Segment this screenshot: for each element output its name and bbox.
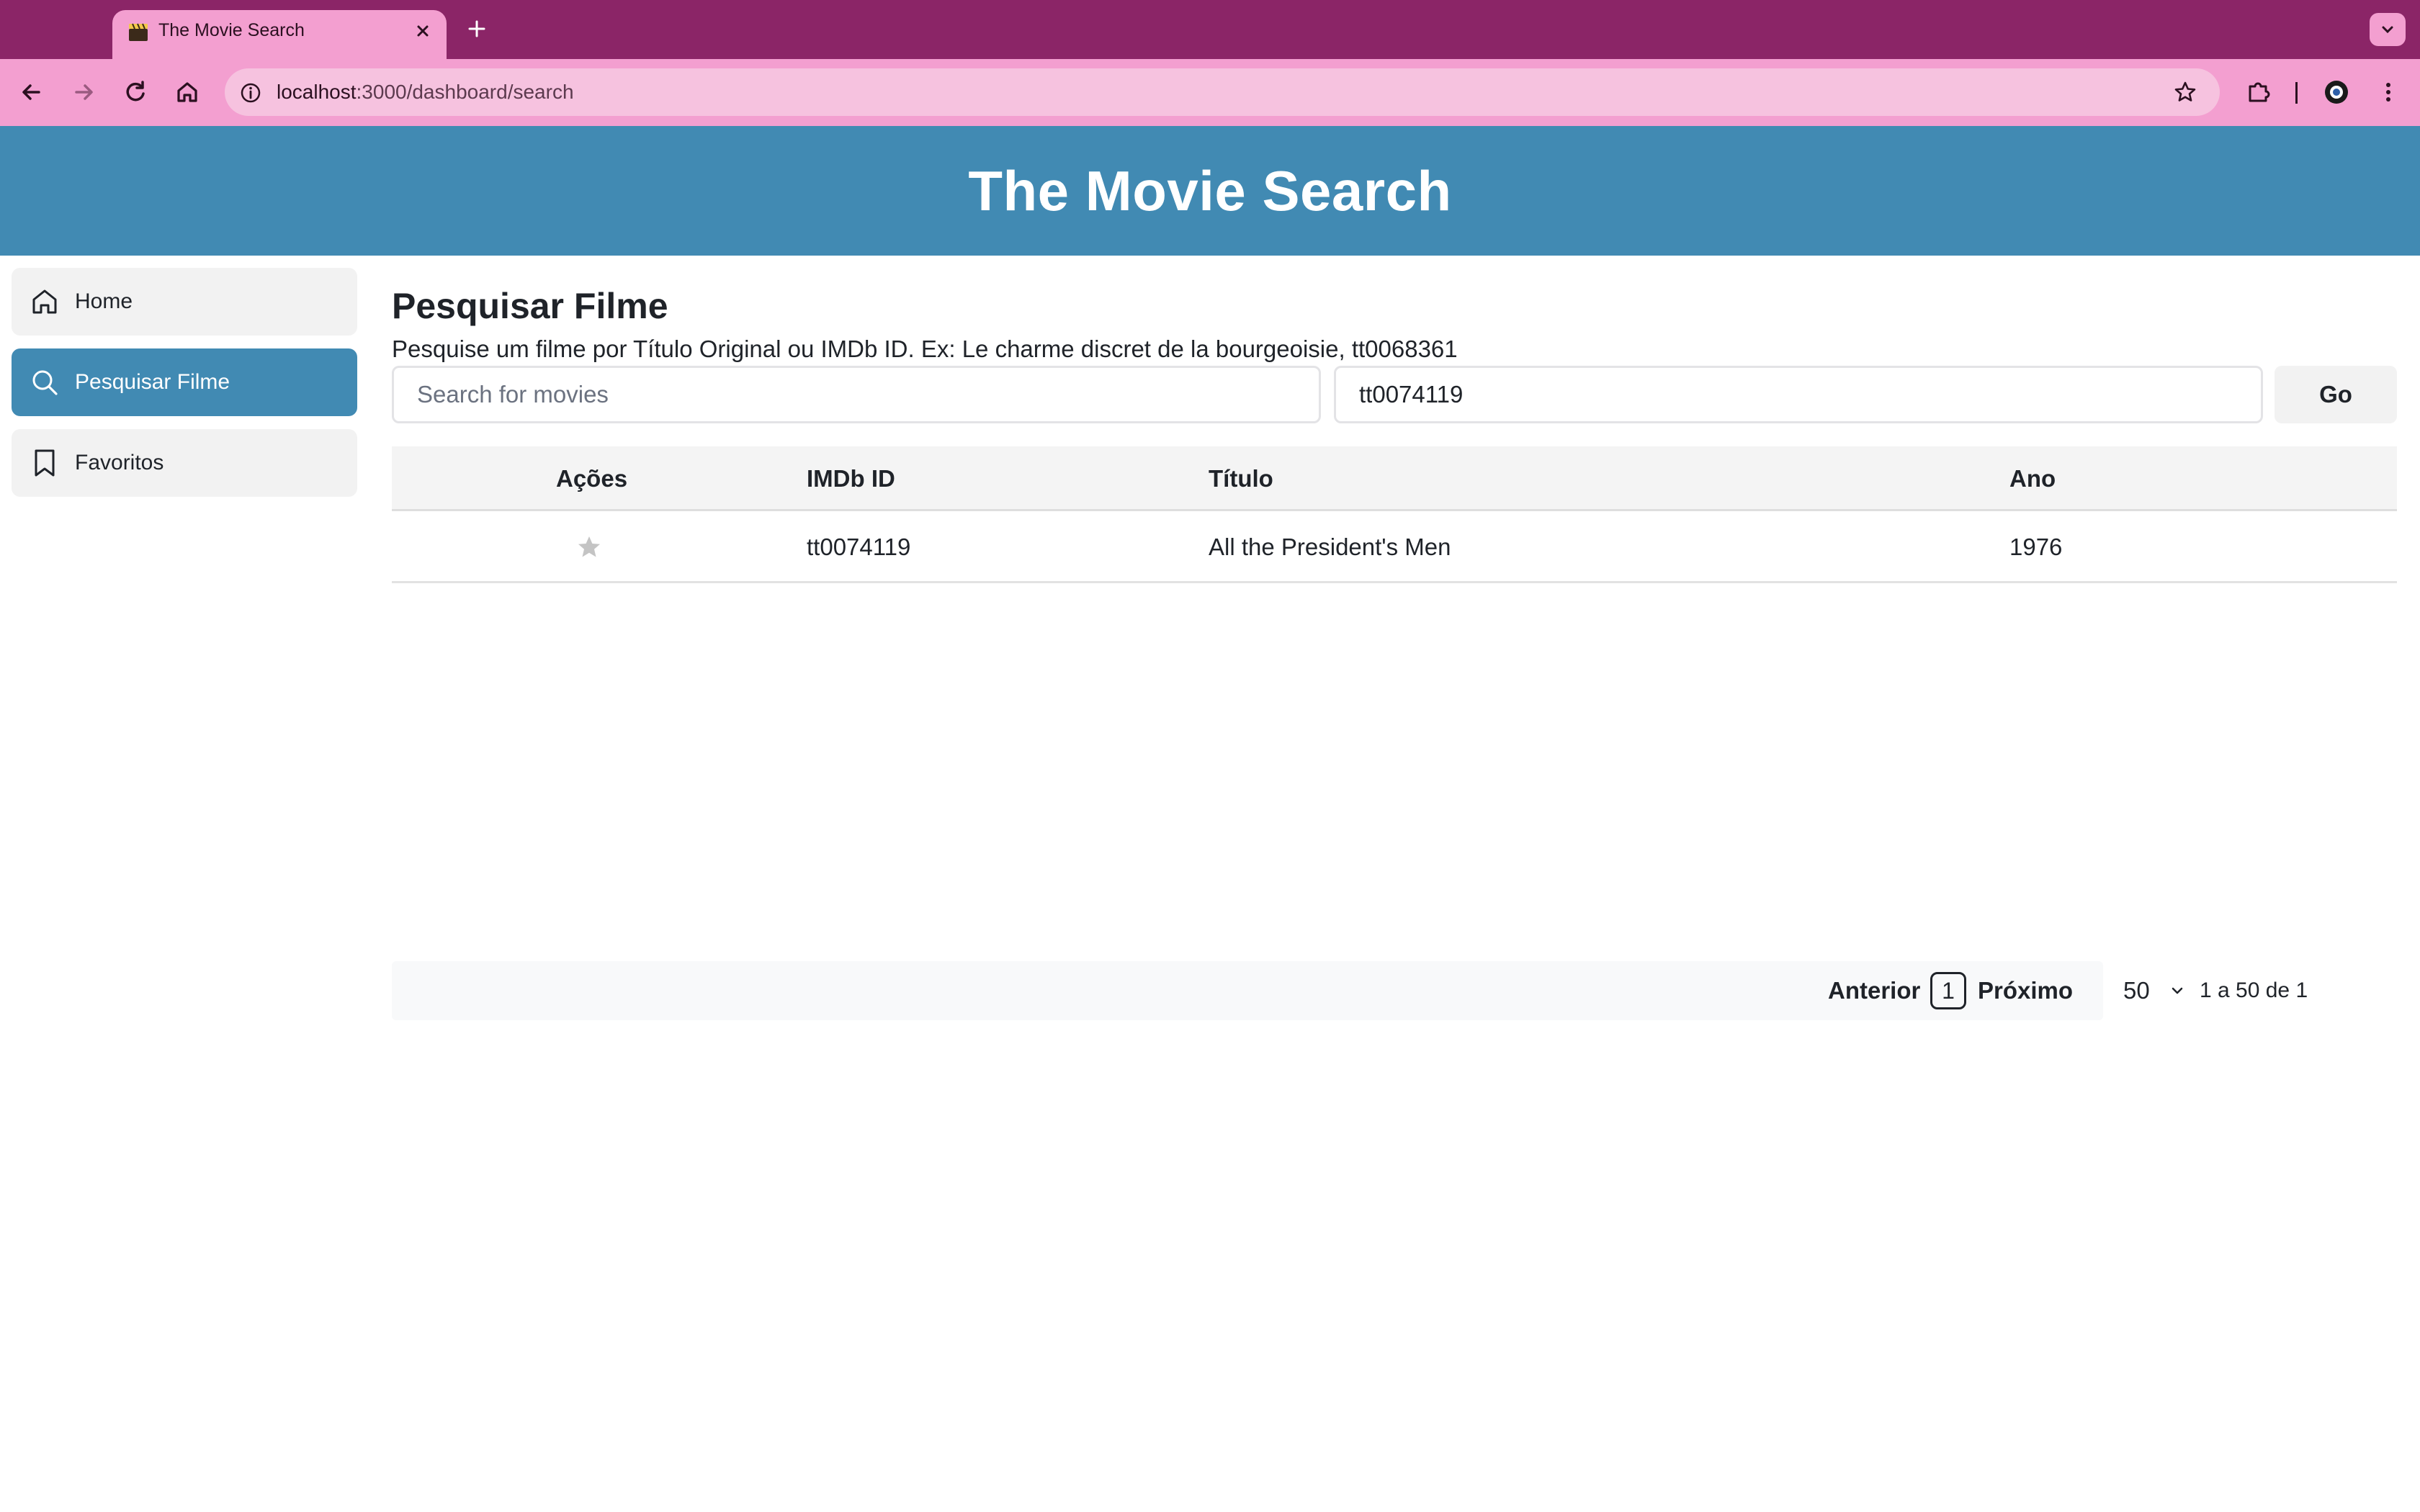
browser-tabstrip: The Movie Search [0, 0, 2420, 59]
chevron-down-icon [2382, 26, 2393, 34]
tab-title: The Movie Search [158, 20, 305, 40]
sidebar-item-favoritos[interactable]: Favoritos [12, 429, 357, 497]
sidebar-item-home[interactable]: Home [12, 268, 357, 336]
site-info-icon[interactable] [239, 81, 262, 104]
new-tab-icon[interactable] [464, 16, 490, 42]
go-button[interactable]: Go [2275, 366, 2397, 423]
home-icon[interactable] [171, 76, 203, 108]
extensions-puzzle-icon[interactable] [2243, 76, 2275, 108]
url-text: localhost:3000/dashboard/search [277, 80, 574, 104]
cell-title: All the President's Men [1209, 534, 1451, 560]
sidebar-item-label: Favoritos [75, 451, 164, 474]
home-icon [32, 289, 57, 314]
cell-imdb-id: tt0074119 [807, 534, 911, 560]
column-header-title: Título [1209, 465, 1273, 492]
pagination-range: 1 a 50 de 1 [2200, 978, 2308, 1002]
page-description: Pesquise um filme por Título Original ou… [392, 336, 1458, 362]
profile-avatar-icon[interactable] [2321, 76, 2352, 108]
previous-page-button[interactable]: Anterior [1828, 961, 1920, 1020]
url-path: :3000/dashboard/search [356, 81, 574, 103]
table-row: tt0074119 All the President's Men 1976 [392, 511, 2397, 583]
app-title: The Movie Search [968, 159, 1452, 222]
current-page-number[interactable]: 1 [1930, 972, 1966, 1009]
browser-toolbar: localhost:3000/dashboard/search [0, 59, 2420, 126]
sidebar-item-label: Pesquisar Filme [75, 370, 230, 394]
column-header-imdb-id: IMDb ID [807, 465, 895, 492]
clapperboard-icon [129, 23, 148, 41]
back-arrow-icon[interactable] [16, 76, 48, 108]
chevron-down-icon[interactable] [2168, 981, 2187, 1000]
cell-year: 1976 [2009, 534, 2063, 560]
sidebar-item-pesquisar-filme[interactable]: Pesquisar Filme [12, 348, 357, 416]
more-menu-icon[interactable] [2372, 76, 2404, 108]
imdb-id-input[interactable] [1334, 366, 2263, 423]
close-icon[interactable] [412, 20, 434, 42]
sidebar: Home Pesquisar Filme Favoritos [12, 268, 357, 510]
title-search-input[interactable] [392, 366, 1321, 423]
toolbar-divider [2295, 82, 2298, 104]
table-header: Ações IMDb ID Título Ano [392, 446, 2397, 511]
reload-icon[interactable] [120, 76, 151, 108]
browser-tab[interactable]: The Movie Search [112, 10, 447, 59]
tab-search-button[interactable] [2370, 13, 2406, 46]
search-icon [32, 370, 58, 395]
column-header-actions: Ações [556, 465, 628, 492]
bookmark-star-icon[interactable] [2172, 79, 2198, 105]
pagination-bar: Anterior 1 Próximo [392, 961, 2103, 1020]
favorite-star-icon[interactable] [576, 534, 602, 560]
column-header-year: Ano [2009, 465, 2056, 492]
forward-arrow-icon[interactable] [68, 76, 99, 108]
bookmark-icon [35, 449, 55, 477]
next-page-button[interactable]: Próximo [1978, 961, 2073, 1020]
results-table: Ações IMDb ID Título Ano tt0074119 All t… [392, 446, 2397, 583]
app-header: The Movie Search [0, 126, 2420, 256]
page-size-select[interactable]: 50 [2123, 961, 2150, 1020]
url-host: localhost [277, 81, 357, 103]
page-title: Pesquisar Filme [392, 286, 668, 326]
sidebar-item-label: Home [75, 289, 133, 313]
address-bar[interactable]: localhost:3000/dashboard/search [225, 68, 2220, 116]
